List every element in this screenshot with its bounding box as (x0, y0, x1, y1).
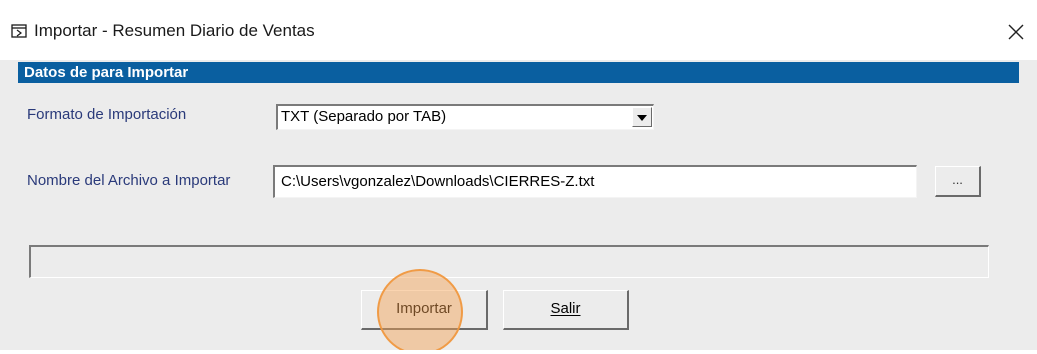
browse-button[interactable]: ... (935, 166, 981, 197)
format-select[interactable]: TXT (Separado por TAB) (276, 104, 654, 130)
format-select-value: TXT (Separado por TAB) (281, 108, 447, 125)
progress-bar (29, 245, 989, 278)
window-app-icon (11, 24, 27, 38)
section-header: Datos de para Importar (18, 62, 1019, 83)
exit-button[interactable]: Salir (503, 290, 629, 330)
exit-button-label: Salir (550, 300, 581, 317)
format-label: Formato de Importación (27, 106, 187, 123)
import-button[interactable]: Importar (361, 290, 488, 330)
window-bottom-edge (0, 350, 1037, 354)
title-bar: Importar - Resumen Diario de Ventas (0, 0, 1037, 60)
chevron-down-icon[interactable] (632, 107, 652, 127)
import-dialog: Importar - Resumen Diario de Ventas Dato… (0, 0, 1037, 354)
file-label: Nombre del Archivo a Importar (27, 172, 231, 189)
file-path-input[interactable]: C:\Users\vgonzalez\Downloads\CIERRES-Z.t… (273, 165, 917, 198)
close-icon[interactable] (1002, 18, 1030, 46)
window-title: Importar - Resumen Diario de Ventas (34, 21, 315, 40)
